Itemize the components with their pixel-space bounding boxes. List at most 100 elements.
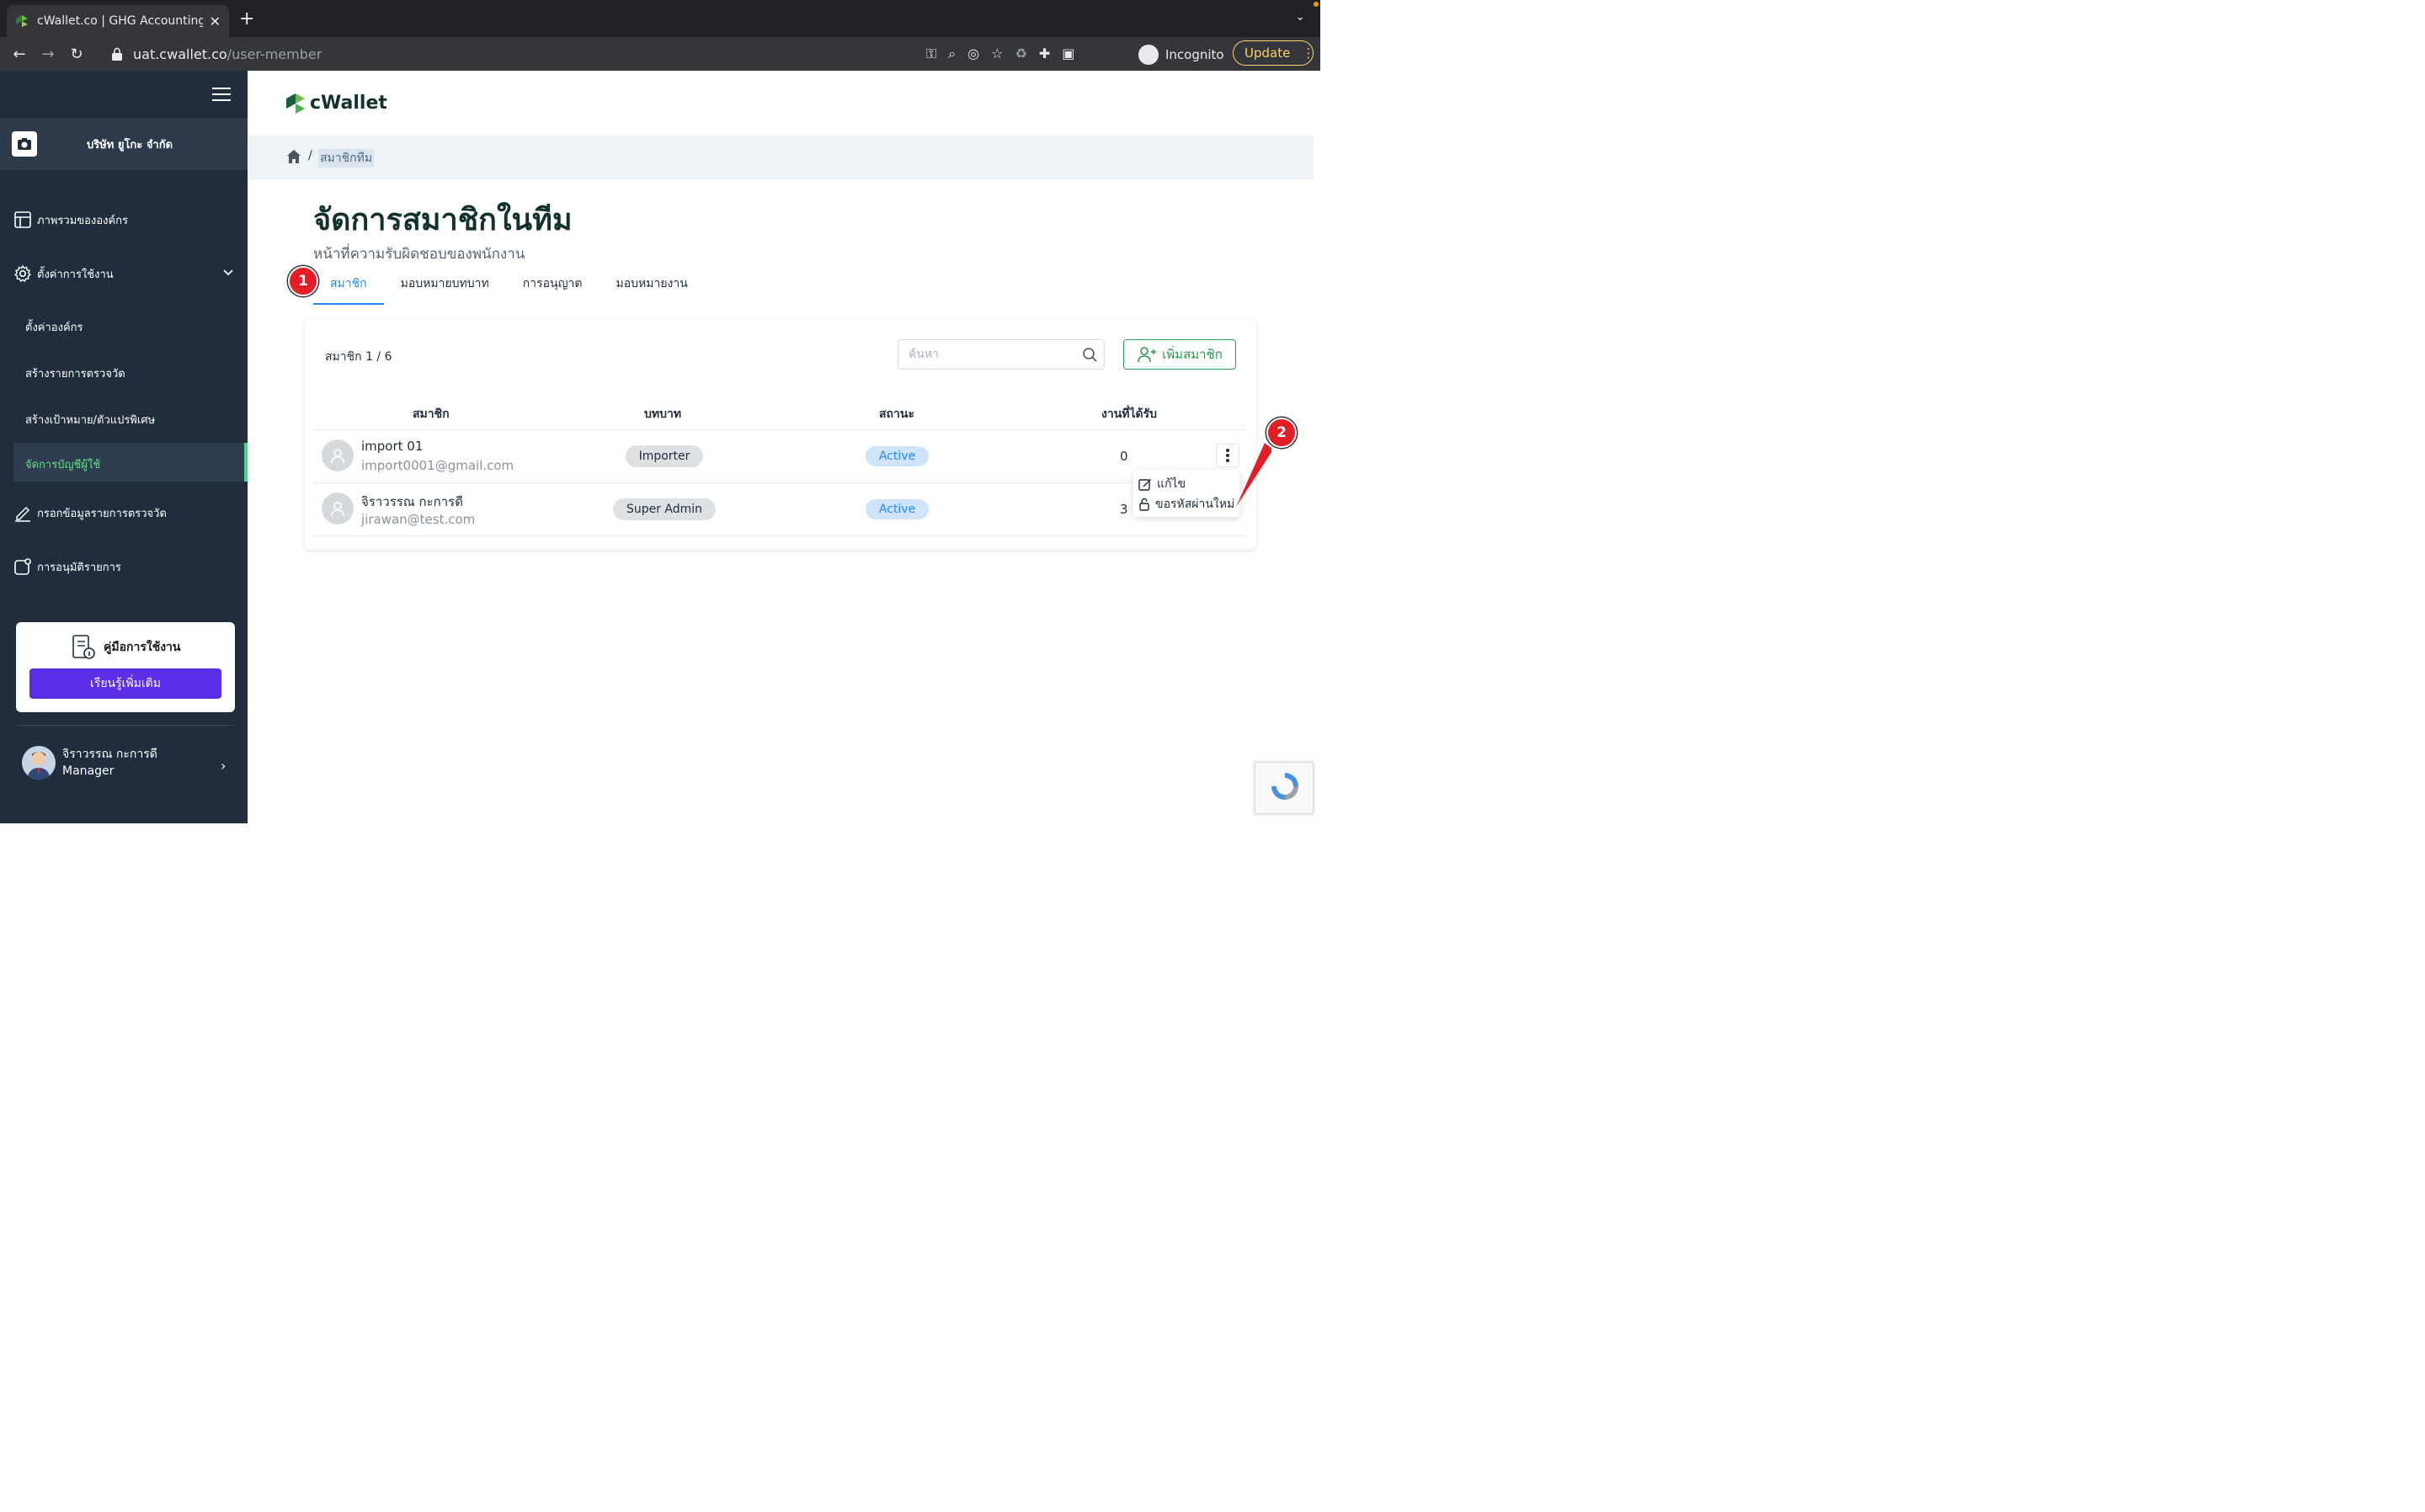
- reload-icon[interactable]: ↻: [62, 45, 91, 63]
- avatar: [322, 439, 354, 471]
- sidebar-item-create-target[interactable]: สร้างเป้าหมาย/ตัวแปรพิเศษ: [25, 411, 155, 429]
- sidebar-item-settings[interactable]: ตั้งค่าการใช้งาน: [13, 264, 114, 283]
- update-button[interactable]: Update ⋮: [1233, 40, 1314, 66]
- sidebar-item-label: การอนุมัติรายการ: [37, 561, 121, 574]
- address-bar[interactable]: uat.cwallet.co/user-member: [103, 42, 1046, 66]
- more-vert-icon: ⋮: [1302, 45, 1315, 61]
- user-role: Manager: [62, 764, 115, 778]
- notification-dot: [1314, 2, 1319, 7]
- callout-pointer: [1236, 443, 1271, 507]
- tab-title: cWallet.co | GHG Accounting S: [37, 14, 203, 28]
- column-header-tasks: งานที่ได้รับ: [1101, 407, 1158, 421]
- extensions-icon[interactable]: ✚: [1039, 45, 1050, 62]
- company-name: บริษัท ยูโกะ จำกัด: [86, 138, 173, 152]
- browser-tab[interactable]: cWallet.co | GHG Accounting S ✕: [7, 5, 229, 37]
- browser-toolbar: ← → ↻ uat.cwallet.co/user-member ⚿ ⌕ ◎ ☆…: [0, 37, 1320, 71]
- sidebar-item-approval[interactable]: การอนุมัติรายการ: [13, 557, 121, 576]
- search-input[interactable]: [898, 340, 1067, 369]
- column-header-member: สมาชิก: [413, 407, 450, 421]
- learn-more-button[interactable]: เรียนรู้เพิ่มเติม: [29, 668, 221, 699]
- breadcrumb-separator: /: [308, 149, 312, 162]
- zoom-icon[interactable]: ⌕: [948, 45, 956, 62]
- task-count: 0: [1120, 449, 1128, 464]
- status-badge: Active: [866, 499, 929, 519]
- key-icon[interactable]: ⚿: [926, 45, 936, 62]
- tab-assign-role[interactable]: มอบหมายบทบาท: [384, 274, 506, 305]
- sidebar-item-user-accounts[interactable]: จัดการบัญชีผู้ใช้: [13, 443, 248, 482]
- breadcrumb: / สมาชิกทีม: [248, 136, 1314, 179]
- sidebar-item-enter-data[interactable]: กรอกข้อมูลรายการตรวจวัด: [13, 503, 167, 522]
- breadcrumb-current: สมาชิกทีม: [318, 149, 375, 168]
- sidebar-divider: [16, 725, 235, 726]
- company-switcher[interactable]: บริษัท ยูโกะ จำกัด: [0, 118, 248, 170]
- camera-icon: [12, 131, 37, 157]
- task-count: 3: [1120, 502, 1128, 517]
- search-field: [898, 339, 1105, 370]
- update-label: Update: [1244, 45, 1291, 61]
- members-card: สมาชิก 1 / 6 เพิ่มสมาชิก สมาชิก บทบาท สถ…: [305, 319, 1256, 550]
- sidebar-item-label: ภาพรวมขององค์กร: [37, 214, 129, 227]
- sidebar-item-label: กรอกข้อมูลรายการตรวจวัด: [37, 507, 167, 520]
- sidebar-item-create-measurement[interactable]: สร้างรายการตรวจวัด: [25, 365, 125, 382]
- tab-assign-task[interactable]: มอบหมายงาน: [599, 274, 704, 305]
- tab-search-icon[interactable]: ⌄: [1295, 10, 1305, 24]
- back-icon[interactable]: ←: [5, 45, 34, 63]
- status-badge: Active: [866, 446, 929, 466]
- lock-icon: [112, 47, 122, 61]
- browser-tabbar: cWallet.co | GHG Accounting S ✕ + ⌄: [0, 0, 1320, 37]
- recaptcha-icon: [1271, 773, 1298, 800]
- forward-icon[interactable]: →: [34, 45, 62, 63]
- member-email: jirawan@test.com: [361, 512, 476, 527]
- url-host: uat.cwallet.co: [133, 45, 227, 62]
- edit-menu-item[interactable]: แก้ไข: [1138, 475, 1186, 493]
- sidepanel-icon[interactable]: ▣: [1062, 45, 1074, 62]
- menu-item-label: แก้ไข: [1157, 477, 1186, 491]
- add-member-label: เพิ่มสมาชิก: [1162, 347, 1223, 362]
- tab-permissions[interactable]: การอนุญาต: [506, 274, 600, 305]
- tab-members[interactable]: สมาชิก: [313, 274, 384, 305]
- role-badge: Super Admin: [613, 498, 716, 520]
- callout-badge: 1: [288, 266, 318, 296]
- lock-icon: [1139, 498, 1149, 511]
- new-tab-icon[interactable]: +: [239, 8, 254, 29]
- sidebar: บริษัท ยูโกะ จำกัด ภาพรวมขององค์กร ตั้งค…: [0, 71, 248, 823]
- chevron-down-icon[interactable]: [222, 267, 234, 279]
- star-icon[interactable]: ☆: [991, 45, 1003, 62]
- sidebar-item-org-settings[interactable]: ตั้งค่าองค์กร: [25, 318, 83, 336]
- add-member-button[interactable]: เพิ่มสมาชิก: [1123, 339, 1236, 370]
- add-user-icon: [1138, 347, 1157, 363]
- eye-off-icon[interactable]: ◎: [967, 45, 979, 62]
- hamburger-icon[interactable]: [212, 88, 231, 101]
- home-icon[interactable]: [286, 149, 301, 164]
- member-name: import 01: [361, 439, 424, 454]
- incognito-label: Incognito: [1165, 47, 1224, 62]
- sidebar-item-label: จัดการบัญชีผู้ใช้: [25, 459, 101, 471]
- recaptcha-badge[interactable]: [1255, 762, 1314, 814]
- incognito-indicator[interactable]: Incognito: [1138, 44, 1224, 66]
- url-path: /user-member: [227, 45, 322, 62]
- incognito-icon: [1138, 45, 1159, 65]
- cwallet-logo-icon: [286, 93, 305, 114]
- layout-icon: [14, 211, 31, 228]
- sidebar-item-overview[interactable]: ภาพรวมขององค์กร: [13, 210, 128, 229]
- manual-card: คู่มือการใช้งาน เรียนรู้เพิ่มเติม: [16, 622, 235, 712]
- logo-text: cWallet: [310, 93, 387, 114]
- cwallet-logo[interactable]: cWallet: [286, 93, 387, 114]
- page-subtitle: หน้าที่ความรับผิดชอบของพนักงาน: [313, 246, 525, 263]
- search-icon[interactable]: [1082, 347, 1097, 362]
- close-tab-icon[interactable]: ✕: [210, 13, 221, 29]
- recycle-icon[interactable]: ♻: [1015, 45, 1026, 62]
- manual-title: คู่มือการใช้งาน: [104, 641, 181, 654]
- user-name: จิราวรรณ กะการดี: [62, 748, 157, 761]
- user-profile[interactable]: จิราวรรณ กะการดี Manager: [22, 746, 157, 780]
- role-badge: Importer: [626, 445, 703, 467]
- member-email: import0001@gmail.com: [361, 458, 514, 473]
- pen-icon: [15, 506, 30, 522]
- column-header-role: บทบาท: [644, 407, 682, 421]
- tab-list: สมาชิก มอบหมายบทบาท การอนุญาต มอบหมายงาน: [313, 274, 705, 305]
- cwallet-favicon-icon: [16, 15, 28, 27]
- chevron-right-icon[interactable]: ›: [221, 758, 226, 774]
- sidebar-item-label: ตั้งค่าการใช้งาน: [37, 268, 114, 281]
- table-divider: [313, 482, 1246, 483]
- callout-badge: 2: [1266, 418, 1297, 448]
